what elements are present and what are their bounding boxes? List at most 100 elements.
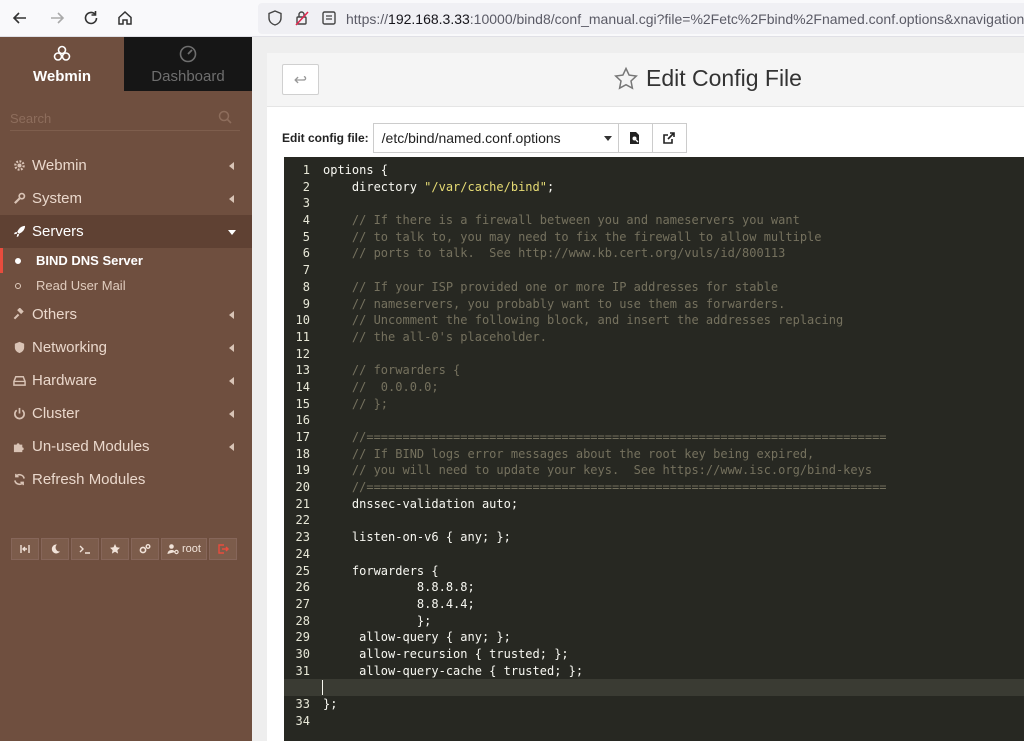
sidebar-item-label: Servers	[32, 223, 84, 240]
code-line[interactable]: // Uncomment the following block, and in…	[323, 312, 1024, 329]
sidebar-item-cluster[interactable]: Cluster	[0, 397, 252, 430]
terminal-button[interactable]	[71, 538, 99, 560]
code-line[interactable]: 8.8.4.4;	[323, 596, 1024, 613]
line-number: 3	[302, 196, 310, 211]
line-number: 26	[295, 580, 310, 595]
line-number: 25	[295, 563, 310, 578]
sidebar-item-refresh-modules[interactable]: Refresh Modules	[0, 463, 252, 496]
code-line[interactable]: allow-recursion { trusted; };	[323, 646, 1024, 663]
favorites-button[interactable]	[101, 538, 129, 560]
sidebar-menu: Webmin System Servers BIND DNS Server Re…	[0, 149, 252, 496]
code-token: dnssec-validation auto;	[323, 496, 519, 511]
code-line[interactable]: //======================================…	[323, 429, 1024, 446]
view-file-button[interactable]	[618, 123, 653, 153]
theme-settings-button[interactable]	[131, 538, 159, 560]
sidebar-item-servers[interactable]: Servers	[0, 215, 252, 248]
sidebar-item-networking[interactable]: Networking	[0, 331, 252, 364]
code-line[interactable]: // forwarders {	[323, 362, 1024, 379]
code-line[interactable]: listen-on-v6 { any; };	[323, 529, 1024, 546]
reload-icon[interactable]	[78, 6, 104, 30]
logout-button[interactable]	[208, 538, 237, 560]
code-line[interactable]: options {	[323, 162, 1024, 179]
collapse-sidebar-button[interactable]	[11, 538, 39, 560]
collapse-icon	[20, 545, 30, 553]
code-line[interactable]: // ports to talk. See http://www.kb.cert…	[323, 245, 1024, 262]
night-mode-button[interactable]	[41, 538, 69, 560]
sidebar-subitem-label: BIND DNS Server	[36, 253, 143, 268]
code-line[interactable]: // 0.0.0.0;	[323, 379, 1024, 396]
code-line[interactable]	[323, 546, 1024, 563]
sidebar-item-system[interactable]: System	[0, 182, 252, 215]
url-bar[interactable]: https://192.168.3.33:10000/bind8/conf_ma…	[258, 3, 1024, 34]
screen: https://192.168.3.33:10000/bind8/conf_ma…	[0, 0, 1024, 741]
insecure-lock-icon[interactable]	[293, 9, 311, 32]
forward-arrow-icon[interactable]	[44, 6, 70, 30]
code-comment: // nameservers, you probably want to use…	[323, 296, 786, 311]
caret-left-icon	[229, 443, 234, 451]
code-line[interactable]: dnssec-validation auto;	[323, 496, 1024, 513]
code-line[interactable]: // If there is a firewall between you an…	[323, 212, 1024, 229]
search-input[interactable]	[10, 107, 210, 129]
line-number: 23	[295, 530, 310, 545]
config-file-row: Edit config file: /etc/bind/named.conf.o…	[282, 123, 687, 153]
code-line[interactable]: // you will need to update your keys. Se…	[323, 462, 1024, 479]
line-number: 4	[302, 213, 310, 228]
shield-icon[interactable]	[266, 9, 284, 32]
sidebar-item-webmin[interactable]: Webmin	[0, 149, 252, 182]
url-text[interactable]: https://192.168.3.33:10000/bind8/conf_ma…	[346, 11, 1024, 27]
external-link-icon	[663, 132, 675, 144]
sidebar: Webmin Dashboard Webmin System	[0, 37, 252, 741]
sidebar-item-others[interactable]: Others	[0, 298, 252, 331]
code-line[interactable]	[323, 412, 1024, 429]
sidebar-item-hardware[interactable]: Hardware	[0, 364, 252, 397]
code-line[interactable]	[323, 713, 1024, 730]
home-icon[interactable]	[112, 6, 138, 30]
code-line[interactable]: // to talk to, you may need to fix the f…	[323, 229, 1024, 246]
code-line[interactable]: allow-query-cache { trusted; };	[323, 663, 1024, 680]
code-line[interactable]: };	[323, 613, 1024, 630]
code-comment: // you will need to update your keys. Se…	[323, 463, 873, 478]
cogs-icon	[139, 544, 151, 554]
code-content[interactable]: options { directory "/var/cache/bind"; /…	[284, 162, 1024, 730]
sidebar-subitem-bind-dns-server[interactable]: BIND DNS Server	[0, 248, 252, 273]
code-line[interactable]	[284, 679, 1024, 696]
return-button[interactable]: ↩	[282, 64, 319, 95]
line-number: 8	[302, 279, 310, 294]
sidebar-subitem-read-user-mail[interactable]: Read User Mail	[0, 273, 252, 298]
code-line[interactable]: //======================================…	[323, 479, 1024, 496]
code-line[interactable]	[323, 512, 1024, 529]
code-line[interactable]: 8.8.8.8;	[323, 579, 1024, 596]
reader-view-icon[interactable]	[320, 9, 338, 32]
code-line[interactable]	[323, 195, 1024, 212]
url-path: :10000/bind8/conf_manual.cgi?file=%2Fetc…	[469, 11, 1024, 27]
code-line[interactable]: forwarders {	[323, 563, 1024, 580]
line-number: 9	[302, 296, 310, 311]
search-icon[interactable]	[218, 110, 232, 124]
favorite-star-icon[interactable]	[613, 66, 639, 92]
line-number: 11	[295, 329, 310, 344]
puzzle-icon	[12, 440, 26, 454]
code-token: 8.8.4.4;	[323, 596, 475, 611]
code-line[interactable]: directory "/var/cache/bind";	[323, 179, 1024, 196]
tab-webmin[interactable]: Webmin	[0, 37, 124, 91]
sidebar-item-unused-modules[interactable]: Un-used Modules	[0, 430, 252, 463]
config-file-select[interactable]: /etc/bind/named.conf.options	[372, 123, 619, 153]
line-number: 20	[295, 480, 310, 495]
code-line[interactable]: // };	[323, 396, 1024, 413]
open-external-button[interactable]	[652, 123, 687, 153]
code-editor[interactable]: 1 2 3 4 5 6 7 8 9 10 11 12 13 14 15 16 17 18 19 20 21 22 23 24 2…	[284, 157, 1024, 741]
code-line[interactable]: // If your ISP provided one or more IP a…	[323, 279, 1024, 296]
content-panel: ↩ Edit Config File Edit config file: /et…	[267, 53, 1024, 741]
code-line[interactable]: // the all-0's placeholder.	[323, 329, 1024, 346]
code-line[interactable]: // nameservers, you probably want to use…	[323, 296, 1024, 313]
code-line[interactable]: allow-query { any; };	[323, 629, 1024, 646]
power-icon	[12, 407, 26, 421]
code-line[interactable]	[323, 262, 1024, 279]
back-arrow-icon[interactable]	[7, 6, 33, 30]
code-line[interactable]	[323, 346, 1024, 363]
line-number: 7	[302, 263, 310, 278]
code-line[interactable]: };	[323, 696, 1024, 713]
code-line[interactable]: // If BIND logs error messages about the…	[323, 446, 1024, 463]
user-button[interactable]: root	[161, 538, 207, 560]
tab-dashboard[interactable]: Dashboard	[124, 37, 252, 91]
